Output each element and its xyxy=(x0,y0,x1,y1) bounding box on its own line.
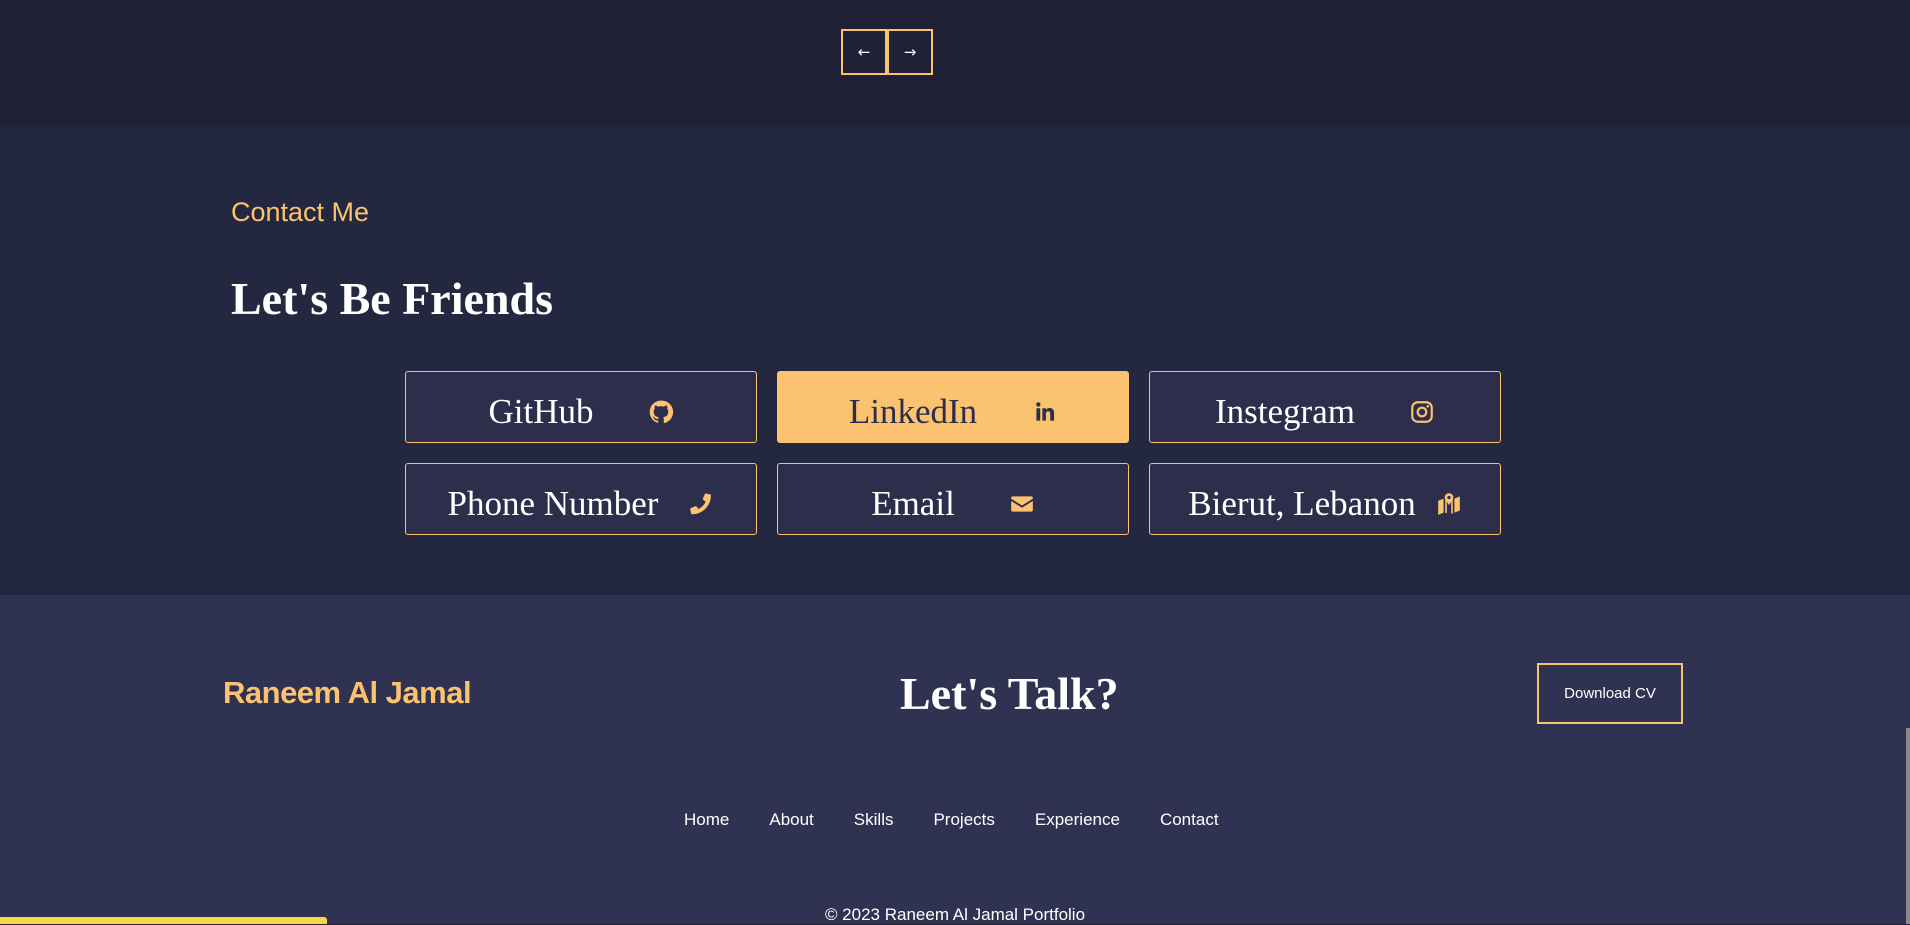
card-label: GitHub xyxy=(488,392,594,431)
map-location-icon xyxy=(1436,491,1462,517)
site-footer: Raneem Al Jamal Let's Talk? Download CV … xyxy=(0,595,1910,924)
section-title: Let's Be Friends xyxy=(231,273,553,324)
contact-card-linkedin[interactable]: LinkedIn xyxy=(777,371,1129,443)
linkedin-icon xyxy=(1031,399,1057,425)
prev-button[interactable]: ← xyxy=(841,29,887,75)
card-label: Instegram xyxy=(1215,392,1355,431)
contact-card-email[interactable]: Email xyxy=(777,463,1129,535)
contact-card-phone[interactable]: Phone Number xyxy=(405,463,757,535)
card-label: LinkedIn xyxy=(848,392,978,431)
footer-nav-contact[interactable]: Contact xyxy=(1160,810,1219,830)
contact-card-github[interactable]: GitHub xyxy=(405,371,757,443)
next-button[interactable]: → xyxy=(887,29,933,75)
footer-cta-heading: Let's Talk? xyxy=(900,668,1119,719)
instagram-icon xyxy=(1409,399,1435,425)
footer-nav-skills[interactable]: Skills xyxy=(854,810,894,830)
contact-card-location[interactable]: Bierut, Lebanon xyxy=(1149,463,1501,535)
contact-section: Contact Me Let's Be Friends GitHub Linke… xyxy=(0,127,1910,595)
carousel-controls: ← → xyxy=(841,29,933,75)
envelope-icon xyxy=(1009,491,1035,517)
projects-section-bottom: ← → xyxy=(0,0,1910,127)
github-icon xyxy=(648,399,674,425)
footer-nav-home[interactable]: Home xyxy=(684,810,729,830)
footer-nav-about[interactable]: About xyxy=(769,810,813,830)
card-label: Bierut, Lebanon xyxy=(1188,484,1416,523)
link-status-tooltip xyxy=(0,917,327,924)
contact-card-instagram[interactable]: Instegram xyxy=(1149,371,1501,443)
page-scrollbar[interactable] xyxy=(1906,728,1910,924)
brand-logo[interactable]: Raneem Al Jamal xyxy=(223,675,472,711)
phone-icon xyxy=(688,491,714,517)
card-label: Phone Number xyxy=(447,484,659,523)
download-cv-button[interactable]: Download CV xyxy=(1537,663,1683,724)
footer-nav: Home About Skills Projects Experience Co… xyxy=(684,810,1219,830)
footer-nav-projects[interactable]: Projects xyxy=(933,810,994,830)
footer-nav-experience[interactable]: Experience xyxy=(1035,810,1120,830)
card-label: Email xyxy=(871,484,955,523)
section-kicker: Contact Me xyxy=(231,197,370,227)
